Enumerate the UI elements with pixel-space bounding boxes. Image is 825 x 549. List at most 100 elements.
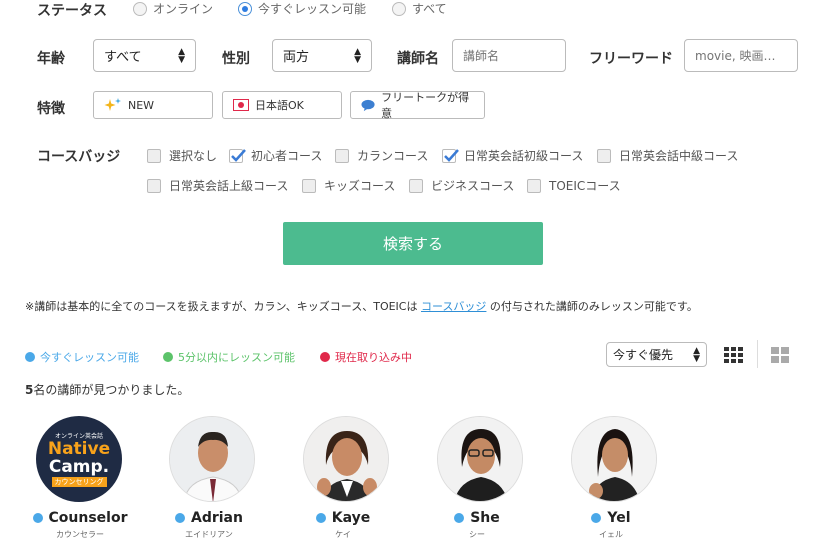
teacher-kana: ケイ: [335, 530, 351, 539]
person-photo-icon: [572, 417, 656, 501]
course-checkbox-daily-advanced[interactable]: 日常英会話上級コース: [147, 177, 288, 194]
teacher-card-she[interactable]: [437, 416, 523, 502]
course-note: ※講師は基本的に全てのコースを扱えますが、カラン、キッズコース、TOEICは コ…: [25, 298, 698, 314]
checkbox-label: ビジネスコース: [431, 179, 515, 193]
feature-label: 日本語OK: [255, 99, 304, 112]
teacher-name: Yel: [607, 510, 631, 526]
tile-view-icon[interactable]: [771, 347, 790, 363]
legend-busy: 現在取り込み中: [320, 349, 412, 365]
legend-within-5min: 5分以内にレッスン可能: [163, 349, 295, 365]
speech-bubble-icon: [361, 99, 375, 111]
teacher-name-adrian[interactable]: Adrian: [144, 510, 274, 526]
teacher-avatar[interactable]: [303, 416, 389, 502]
counselor-logo[interactable]: オンライン英会話 Native Camp. カウンセリング: [36, 416, 122, 502]
checkbox-label: 日常英会話初級コース: [464, 149, 584, 163]
radio-dot[interactable]: [238, 1, 252, 16]
teacher-name-she[interactable]: She: [412, 510, 542, 526]
teacher-kana: イェル: [599, 530, 623, 539]
checkbox-box[interactable]: [597, 148, 611, 163]
course-checkbox-daily-intermediate[interactable]: 日常英会話中級コース: [597, 147, 738, 164]
search-button[interactable]: 検索する: [283, 222, 543, 265]
age-select-value: すべて: [104, 50, 142, 65]
teacher-kana: シー: [469, 530, 485, 539]
status-label: ステータス: [37, 3, 107, 19]
grid-view-icon[interactable]: [724, 347, 744, 363]
teacher-name-kaye[interactable]: Kaye: [278, 510, 408, 526]
sort-select-value: 今すぐ優先: [613, 348, 674, 362]
sort-select[interactable]: 今すぐ優先 ▲ ▼: [606, 342, 707, 367]
view-divider: [757, 340, 758, 368]
legend-available-now: 今すぐレッスン可能: [25, 349, 139, 365]
teacher-card-kaye[interactable]: [303, 416, 389, 502]
teacher-kana: エイドリアン: [185, 530, 233, 539]
result-count: 5名の講師が見つかりました。: [25, 381, 189, 398]
checkbox-box[interactable]: [527, 178, 541, 193]
radio-dot[interactable]: [392, 1, 406, 16]
checkbox-box[interactable]: [335, 148, 349, 163]
teacher-avatar[interactable]: [571, 416, 657, 502]
course-checkbox-callan[interactable]: カランコース: [335, 147, 428, 164]
checkbox-box[interactable]: [302, 178, 316, 193]
logo-camp: Camp.: [48, 457, 110, 477]
checkbox-box[interactable]: [442, 148, 459, 163]
teacher-name-counselor[interactable]: Counselor: [15, 510, 145, 526]
course-checkbox-daily-beginner[interactable]: 日常英会話初級コース: [442, 147, 583, 164]
gender-label: 性別: [222, 51, 250, 67]
feature-japanese-ok-button[interactable]: 日本語OK: [222, 91, 342, 119]
course-checkbox-business[interactable]: ビジネスコース: [409, 177, 514, 194]
result-count-text: 名の講師が見つかりました。: [33, 383, 190, 397]
japan-flag-icon: [233, 99, 249, 111]
note-text: ※講師は基本的に全てのコースを扱えますが、カラン、キッズコース、TOEICは: [25, 300, 421, 313]
teacher-name-label: 講師名: [397, 51, 439, 67]
person-photo-icon: [304, 417, 388, 501]
teacher-name: Counselor: [48, 510, 128, 526]
radio-available-now[interactable]: 今すぐレッスン可能: [238, 0, 366, 17]
course-badges-label: コースバッジ: [37, 149, 121, 165]
age-select[interactable]: すべて ▲ ▼: [93, 39, 196, 72]
course-checkbox-toeic[interactable]: TOEICコース: [527, 177, 621, 194]
checkbox-label: カランコース: [357, 149, 429, 163]
teacher-card-yel[interactable]: [571, 416, 657, 502]
status-dot-icon: [25, 352, 35, 362]
teacher-name: Kaye: [331, 510, 371, 526]
teacher-name-yel[interactable]: Yel: [546, 510, 676, 526]
status-dot-icon: [320, 352, 330, 362]
freeword-label: フリーワード: [589, 51, 673, 67]
teacher-name-input[interactable]: [452, 39, 566, 72]
radio-online[interactable]: オンライン: [133, 0, 213, 17]
checkbox-box[interactable]: [409, 178, 423, 193]
course-checkbox-none[interactable]: 選択なし: [147, 147, 217, 164]
features-label: 特徴: [37, 101, 65, 117]
checkmark-icon: [231, 148, 246, 162]
course-badge-link[interactable]: コースバッジ: [421, 300, 486, 313]
teacher-card-counselor[interactable]: オンライン英会話 Native Camp. カウンセリング: [36, 416, 122, 502]
freeword-input[interactable]: [684, 39, 798, 72]
radio-dot[interactable]: [133, 1, 147, 16]
status-dot-icon: [454, 513, 465, 523]
checkbox-label: 日常英会話中級コース: [619, 149, 739, 163]
radio-all[interactable]: すべて: [392, 0, 447, 17]
feature-new-button[interactable]: NEW: [93, 91, 213, 119]
checkbox-box[interactable]: [229, 148, 246, 163]
select-arrows-icon: ▲ ▼: [178, 46, 185, 65]
feature-label: NEW: [128, 98, 155, 112]
teacher-kana: カウンセラー: [56, 530, 104, 539]
teacher-avatar[interactable]: [437, 416, 523, 502]
teacher-name: Adrian: [191, 510, 243, 526]
sparkle-icon: [104, 98, 121, 111]
logo-subtitle: カウンセリング: [51, 477, 107, 487]
feature-free-talk-button[interactable]: フリートークが得意: [350, 91, 485, 120]
checkbox-box[interactable]: [147, 148, 161, 163]
gender-select[interactable]: 両方 ▲ ▼: [272, 39, 372, 72]
course-checkbox-kids[interactable]: キッズコース: [302, 177, 395, 194]
teacher-avatar[interactable]: [169, 416, 255, 502]
course-checkbox-beginner[interactable]: 初心者コース: [229, 147, 322, 164]
checkbox-label: TOEICコース: [549, 179, 621, 193]
status-dot-icon: [591, 513, 602, 523]
feature-label: フリートークが得意: [381, 91, 470, 120]
person-photo-icon: [170, 417, 254, 501]
checkbox-box[interactable]: [147, 178, 161, 193]
checkmark-icon: [444, 148, 459, 162]
logo-native: Native: [47, 439, 111, 459]
teacher-card-adrian[interactable]: [169, 416, 255, 502]
